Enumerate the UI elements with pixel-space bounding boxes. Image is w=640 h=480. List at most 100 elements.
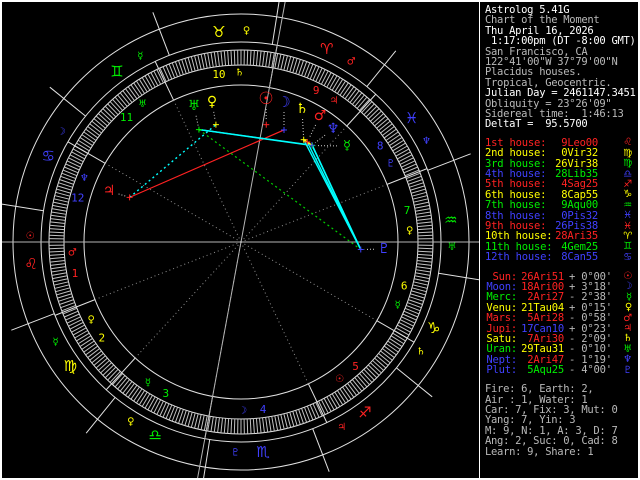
degree-tick	[71, 324, 85, 333]
degree-tick	[414, 278, 429, 283]
degree-tick	[415, 272, 431, 276]
degree-tick	[411, 287, 427, 293]
aspect-line-moon-jupi	[129, 129, 285, 198]
natal-wheel-chart: ♈ ♂ ♉ ♀ ♊ ☿ ♋ ☽ ♌ ☉ ♍ ☿ ♎ ♀ ♏ ♇ ♐ ♃ ♑ ♄ ♒ ♅ ♓ ♆ 1 ♂ 2 ♀ 3 ☿ 4 ☽ 5 ☉ 6 ☿ 7 ♀ 8 ♇…	[2, 2, 485, 478]
degree-tick	[112, 373, 123, 386]
house-ruler-icon-9: ♃	[330, 95, 339, 106]
degree-tick	[136, 80, 146, 94]
house-cusp-list: 1st house: 9Leo00 ♌ 2nd house: 0Vir32 ♍ 3rd …	[485, 137, 638, 263]
degree-tick	[349, 381, 360, 394]
degree-tick	[53, 201, 68, 206]
degree-tick	[230, 418, 233, 434]
degree-tick	[51, 211, 67, 215]
degree-tick	[66, 160, 81, 168]
planet-icon: ☽	[623, 281, 632, 293]
degree-tick	[390, 335, 405, 345]
degree-tick	[374, 357, 387, 369]
degree-tick	[271, 416, 275, 432]
degree-tick	[69, 321, 84, 330]
degree-tick	[370, 362, 382, 374]
degree-tick	[417, 247, 433, 250]
planet-position-value: 5Aqu25	[521, 364, 564, 377]
planet-icon: ☉	[623, 271, 632, 283]
degree-tick	[230, 50, 233, 66]
planet-glyph-merc: ☿	[343, 139, 351, 154]
sign-ruler-icon-libra: ♀	[127, 416, 134, 427]
degree-tick	[109, 371, 121, 383]
degree-tick	[144, 395, 153, 409]
degree-tick	[398, 154, 413, 163]
degree-tick	[54, 195, 70, 200]
degree-tick	[415, 211, 431, 215]
degree-tick	[402, 313, 417, 321]
sign-boundary	[85, 397, 116, 434]
planet-icon: ♃	[623, 323, 632, 335]
degree-tick	[49, 234, 65, 237]
degree-tick	[334, 78, 344, 93]
degree-tick	[156, 400, 164, 415]
degree-tick	[342, 84, 352, 98]
degree-tick	[217, 417, 220, 433]
degree-tick	[347, 88, 357, 101]
house-number-2: 2	[99, 331, 106, 344]
degree-tick	[91, 120, 104, 131]
degree-tick	[162, 66, 170, 81]
house-ruler-icon-12: ♆	[80, 173, 89, 184]
house-sign-icon: ♐	[623, 178, 632, 190]
degree-tick	[416, 263, 432, 266]
degree-tick	[415, 208, 431, 212]
degree-tick	[380, 350, 393, 361]
degree-tick	[223, 50, 227, 66]
degree-tick	[390, 139, 405, 149]
sign-ruler-icon-taurus: ♀	[243, 26, 250, 37]
degree-tick	[81, 134, 95, 144]
planet-icon: ♆	[623, 354, 632, 366]
degree-tick	[395, 327, 410, 336]
house-number-3: 3	[163, 387, 170, 400]
degree-tick	[68, 319, 83, 327]
degree-tick	[255, 50, 259, 66]
degree-tick	[79, 337, 93, 347]
degree-tick	[329, 395, 338, 409]
degree-tick	[153, 70, 162, 85]
degree-tick	[117, 377, 128, 390]
sign-glyph-virgo: ♍	[64, 357, 77, 375]
aspect-line-uran-merc	[198, 128, 313, 147]
degree-tick	[162, 403, 170, 418]
degree-tick	[286, 412, 292, 428]
house-number-10: 10	[212, 68, 225, 81]
degree-tick	[413, 281, 429, 286]
degree-tick	[392, 332, 406, 342]
degree-tick	[49, 228, 65, 231]
sign-glyph-aquarius: ♒	[444, 211, 457, 229]
degree-tick	[100, 362, 112, 374]
degree-tick	[79, 137, 93, 147]
house-sign-icon: ♍	[623, 158, 632, 170]
degree-tick	[265, 51, 269, 67]
degree-tick	[130, 84, 140, 98]
degree-tick	[71, 151, 85, 160]
planet-icon: ♂	[623, 312, 632, 324]
degree-tick	[399, 319, 414, 327]
degree-tick	[85, 128, 99, 139]
degree-tick	[246, 418, 249, 434]
degree-tick	[93, 355, 106, 366]
degree-tick	[104, 105, 117, 118]
degree-tick	[112, 98, 123, 111]
degree-tick	[416, 218, 432, 221]
degree-tick	[217, 51, 220, 67]
house-ruler-icon-3: ☿	[145, 378, 151, 389]
sign-glyph-gemini: ♊	[110, 62, 123, 80]
degree-tick	[49, 260, 66, 263]
degree-tick	[89, 350, 102, 361]
element-summary: Fire: 6, Earth: 2, Air : 1, Water: 1 Car: …	[485, 384, 638, 457]
aspect-line-plut-satu	[303, 139, 362, 250]
degree-tick	[51, 208, 67, 212]
degree-tick	[200, 54, 205, 69]
degree-tick	[370, 110, 382, 122]
degree-tick	[93, 118, 106, 129]
chart-header: Astrolog 5.41G Chart of the Moment Thu Apr…	[485, 5, 638, 130]
house-sign-icon: ♍	[623, 147, 632, 159]
degree-tick	[74, 330, 88, 339]
wheel-svg: ♈♂♉ ♀♊☿♋☽♌☉♍☿♎♀♏♇♐♃♑♄♒♅♓♆1♂2♀3☿4☽5☉6☿7♀8♇…	[2, 2, 485, 478]
